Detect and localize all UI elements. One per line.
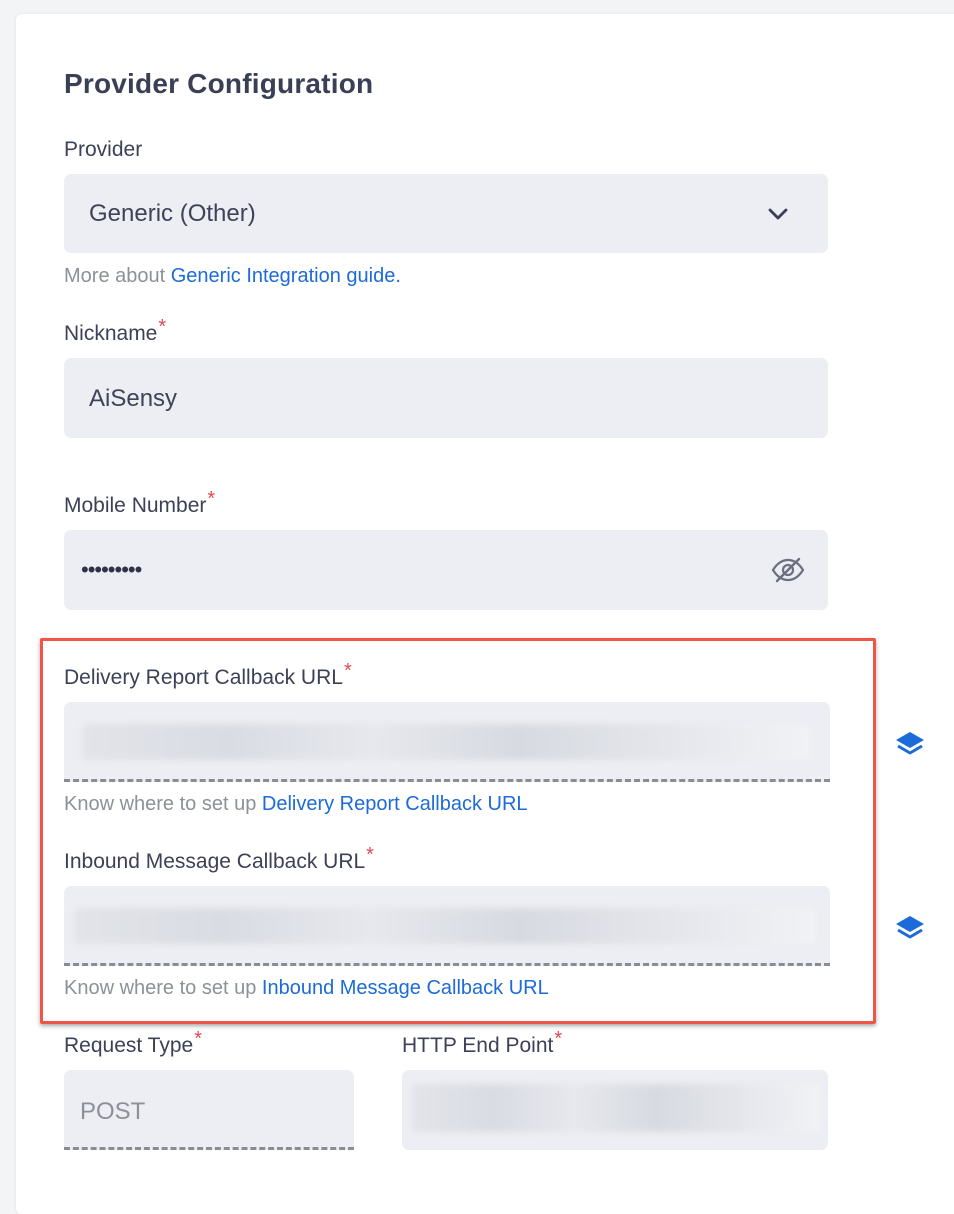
nickname-label: Nickname* xyxy=(64,316,166,346)
http-endpoint-label: HTTP End Point* xyxy=(402,1028,562,1058)
layers-icon[interactable] xyxy=(893,912,927,946)
nickname-value: AiSensy xyxy=(89,385,178,412)
provider-hint-text: More about xyxy=(64,265,171,287)
required-marker: * xyxy=(194,1028,202,1050)
required-marker: * xyxy=(554,1028,563,1050)
required-marker: * xyxy=(158,316,167,338)
mobile-number-label: Mobile Number* xyxy=(64,488,215,518)
required-marker: * xyxy=(207,488,216,510)
request-type-input: POST xyxy=(64,1070,354,1150)
request-type-value: POST xyxy=(80,1098,146,1125)
callback-url-highlight-box xyxy=(40,638,876,1024)
section-title: Provider Configuration xyxy=(64,68,374,99)
layers-icon[interactable] xyxy=(893,728,927,762)
request-type-label: Request Type* xyxy=(64,1028,202,1058)
provider-selected-value: Generic (Other) xyxy=(89,200,256,227)
provider-label: Provider xyxy=(64,138,143,161)
mobile-number-masked-value: ••••••••• xyxy=(81,557,142,582)
provider-hint: More about Generic Integration guide. xyxy=(64,265,401,288)
redacted-endpoint-value xyxy=(412,1084,820,1132)
request-type-label-text: Request Type xyxy=(64,1034,194,1057)
mobile-number-input[interactable]: ••••••••• xyxy=(64,530,828,610)
generic-integration-guide-link[interactable]: Generic Integration guide. xyxy=(171,265,401,287)
nickname-input[interactable]: AiSensy xyxy=(64,358,828,438)
eye-slash-icon[interactable] xyxy=(770,556,806,589)
provider-select[interactable]: Generic (Other) xyxy=(64,174,828,253)
http-endpoint-label-text: HTTP End Point xyxy=(402,1034,554,1057)
mobile-number-label-text: Mobile Number xyxy=(64,494,207,517)
nickname-label-text: Nickname xyxy=(64,322,158,345)
chevron-down-icon xyxy=(766,204,790,229)
http-endpoint-input[interactable] xyxy=(402,1070,828,1150)
